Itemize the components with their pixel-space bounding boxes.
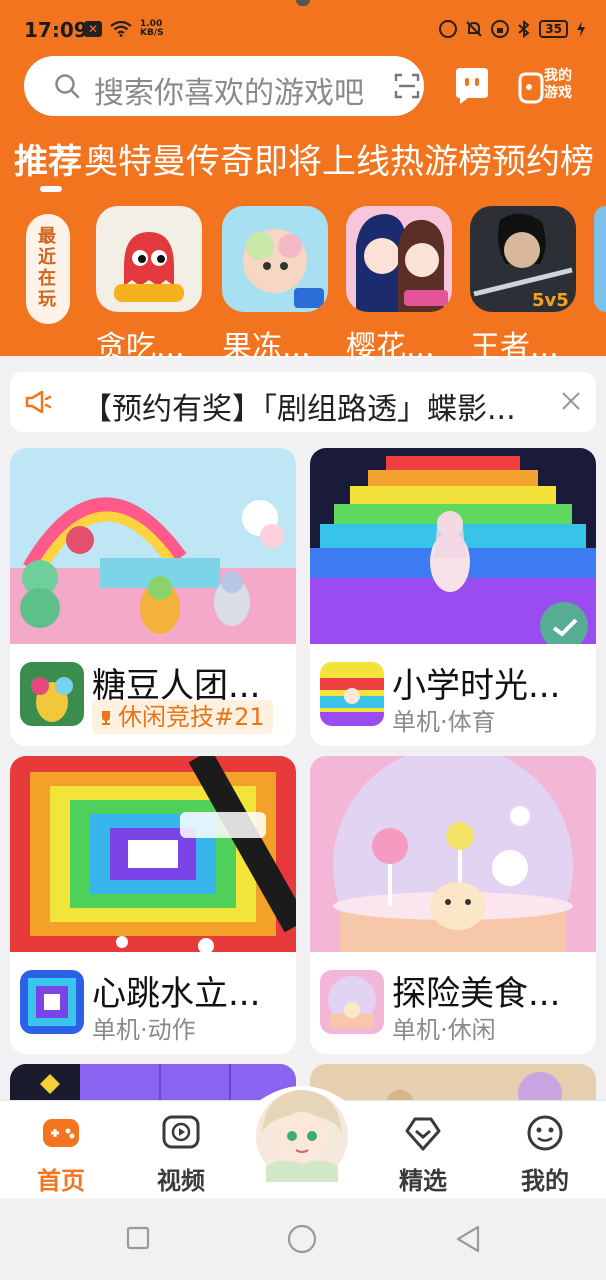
tab-recommend[interactable]: 推荐 [14,134,82,183]
game-icon [20,662,84,726]
recent-game-item-partial[interactable] [594,206,606,312]
data-saver-icon [439,20,458,38]
close-icon[interactable] [560,390,582,412]
my-games-label-1: 我的 [544,68,572,84]
recent-game-name: 王者... [470,330,559,365]
recent-game-item[interactable]: 樱花... [346,206,452,366]
game-cover-image [310,756,596,952]
recent-game-item[interactable]: 果冻... [222,206,328,366]
game-icon [320,970,384,1034]
lock-circle-icon [491,20,510,38]
nav-video-label: 视频 [157,1167,205,1195]
nav-home[interactable]: 首页 [16,1113,106,1196]
message-icon[interactable] [450,64,494,108]
nav-profile-label: 我的 [521,1167,569,1195]
game-cover-image [10,756,296,952]
charging-icon [577,21,585,37]
game-title: 探险美食... [392,974,561,1014]
megaphone-icon [25,390,52,414]
game-title: 小学时光... [392,666,561,706]
recent-game-name: 樱花... [346,330,435,365]
game-card[interactable]: 小学时光... 单机·体育 [310,448,596,746]
status-time: 17:09 [24,18,88,42]
category-tabs: 推荐奥特曼传奇即将上线热游榜预约榜 [14,134,606,190]
jelly-party-icon [222,206,328,312]
nav-profile[interactable]: 我的 [500,1113,590,1196]
game-card[interactable]: 探险美食... 单机·休闲 [310,756,596,1054]
game-cover-image [10,448,296,644]
tab-ultraman[interactable]: 奥特曼传奇即将上线 [84,134,390,183]
game-genre: 单机·体育 [392,708,496,736]
recent-played-text: 最近在玩 [38,226,56,310]
rank-badge-text: 休闲竞技#21 [118,703,265,731]
announcement-text: 【预约有奖】「剧组路透」蝶影... [82,392,516,427]
announcement-bar[interactable]: 【预约有奖】「剧组路透」蝶影... [10,372,596,432]
my-games-button[interactable]: 我的 游戏 [516,66,580,106]
mute-bell-icon [466,21,483,37]
recent-game-name: 贪吃... [96,330,185,365]
notification-icon: ✕ [84,21,102,37]
game-card[interactable]: 糖豆人团... 休闲竞技#21 [10,448,296,746]
bluetooth-icon [518,20,530,38]
rank-badge: 休闲竞技#21 [92,700,273,734]
gamepad-icon [518,72,544,104]
my-games-label-2: 游戏 [544,85,572,101]
gamepad-icon [43,1119,79,1147]
search-bar[interactable]: 搜索你喜欢的游戏吧 [24,56,424,116]
tab-hot-list[interactable]: 热游榜 [390,134,492,183]
system-navigation-bar [0,1198,606,1280]
tab-reserve-list[interactable]: 预约榜 [492,134,594,183]
nav-home-label: 首页 [37,1167,85,1195]
sakura-school-icon [346,206,452,312]
recent-game-item[interactable]: 5v5 王者... [470,206,576,366]
net-speed-unit: KB/S [140,28,164,38]
pacman-ghost-icon [96,206,202,312]
smiley-face-icon [527,1115,563,1151]
scan-icon[interactable] [394,73,420,99]
search-placeholder: 搜索你喜欢的游戏吧 [94,76,364,111]
back-triangle-icon[interactable] [454,1224,482,1254]
trophy-icon [102,711,110,725]
tab-indicator [40,186,62,192]
nav-video[interactable]: 视频 [136,1113,226,1196]
game-icon [20,970,84,1034]
nav-featured[interactable]: 精选 [378,1113,468,1196]
home-circle-icon[interactable] [287,1224,317,1254]
recent-played-label: 最近在玩 [26,214,70,324]
heart-diamond-icon [405,1117,441,1151]
kings-honor-icon: 5v5 [470,206,576,312]
nav-featured-label: 精选 [399,1167,447,1195]
video-play-icon [162,1115,200,1149]
recent-apps-icon[interactable] [126,1226,150,1250]
game-genre: 单机·动作 [92,1016,196,1044]
search-icon [55,74,80,99]
status-bar: 17:09 ✕ 1.00 KB/S 35 [0,14,606,48]
recent-game-item[interactable]: 贪吃... [96,206,202,366]
featured-character-avatar[interactable] [252,1076,352,1186]
game-cover-image [310,448,596,644]
battery-indicator: 35 [539,20,568,38]
game-genre: 单机·休闲 [392,1016,496,1044]
svg-text:5v5: 5v5 [532,290,569,311]
game-card[interactable]: 心跳水立... 单机·动作 [10,756,296,1054]
game-icon [320,662,384,726]
game-title: 心跳水立... [92,974,261,1014]
wifi-icon [110,21,132,37]
recent-game-name: 果冻... [222,330,311,365]
